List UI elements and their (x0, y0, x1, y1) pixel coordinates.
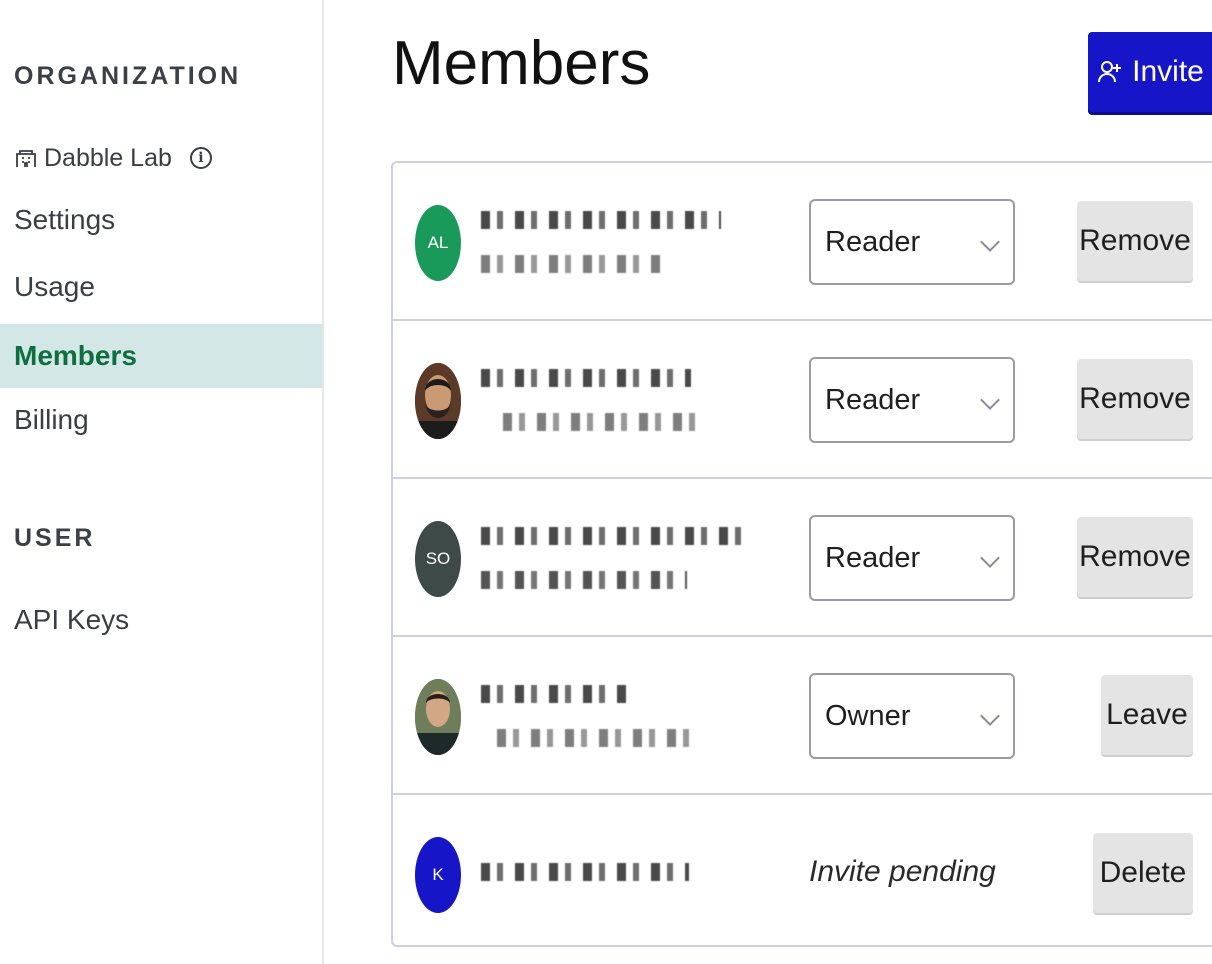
remove-button[interactable]: Remove (1077, 201, 1193, 281)
sidebar-item-settings[interactable]: Settings (0, 188, 322, 252)
avatar-photo-icon (415, 679, 461, 755)
remove-button[interactable]: Remove (1077, 359, 1193, 439)
invite-pending-status: Invite pending (809, 855, 996, 888)
member-row: Owner Leave (393, 637, 1212, 795)
member-email-redacted (503, 413, 699, 431)
page-title: Members (392, 29, 651, 98)
member-email-redacted (481, 255, 667, 273)
sidebar-item-api-keys[interactable]: API Keys (0, 588, 322, 652)
chevron-down-icon (980, 706, 1000, 726)
chevron-down-icon (980, 390, 1000, 410)
member-email-redacted (481, 571, 687, 589)
user-section-label: USER (14, 524, 96, 552)
user-plus-icon (1098, 61, 1122, 83)
leave-button[interactable]: Leave (1101, 675, 1193, 755)
org-name-row[interactable]: Dabble Lab i (14, 138, 212, 178)
chevron-down-icon (980, 232, 1000, 252)
member-row: Reader Remove (393, 321, 1212, 479)
member-name-redacted (481, 527, 743, 545)
sidebar-item-usage[interactable]: Usage (0, 255, 322, 319)
role-select[interactable]: Reader (809, 357, 1015, 443)
role-select[interactable]: Reader (809, 515, 1015, 601)
avatar (415, 363, 461, 439)
role-value: Reader (825, 225, 921, 258)
role-value: Reader (825, 541, 921, 574)
sidebar-item-members[interactable]: Members (0, 324, 322, 388)
chevron-down-icon (980, 548, 1000, 568)
avatar: AL (415, 205, 461, 281)
role-select[interactable]: Reader (809, 199, 1015, 285)
sidebar: ORGANIZATION Dabble Lab i Settings Usage… (0, 0, 324, 964)
org-name: Dabble Lab (44, 143, 172, 172)
role-select[interactable]: Owner (809, 673, 1015, 759)
avatar (415, 679, 461, 755)
role-value: Reader (825, 383, 921, 416)
member-email-redacted (481, 863, 689, 881)
members-list: AL Reader Remove Reader Remove SO Reader… (391, 161, 1212, 947)
invite-button[interactable]: Invite (1088, 32, 1212, 112)
role-value: Owner (825, 699, 911, 732)
invite-button-label: Invite (1132, 55, 1204, 88)
avatar: K (415, 837, 461, 913)
member-row: K Invite pending Delete (393, 795, 1212, 945)
avatar: SO (415, 521, 461, 597)
info-icon[interactable]: i (189, 147, 212, 169)
remove-button[interactable]: Remove (1077, 517, 1193, 597)
member-row: SO Reader Remove (393, 479, 1212, 637)
member-row: AL Reader Remove (393, 163, 1212, 321)
sidebar-item-billing[interactable]: Billing (0, 388, 322, 452)
member-name-redacted (481, 369, 691, 387)
organization-section-label: ORGANIZATION (14, 62, 242, 90)
delete-button[interactable]: Delete (1093, 833, 1193, 913)
avatar-photo-icon (415, 363, 461, 439)
building-icon (16, 150, 36, 167)
member-name-redacted (481, 685, 631, 703)
member-email-redacted (497, 729, 693, 747)
member-name-redacted (481, 211, 721, 229)
